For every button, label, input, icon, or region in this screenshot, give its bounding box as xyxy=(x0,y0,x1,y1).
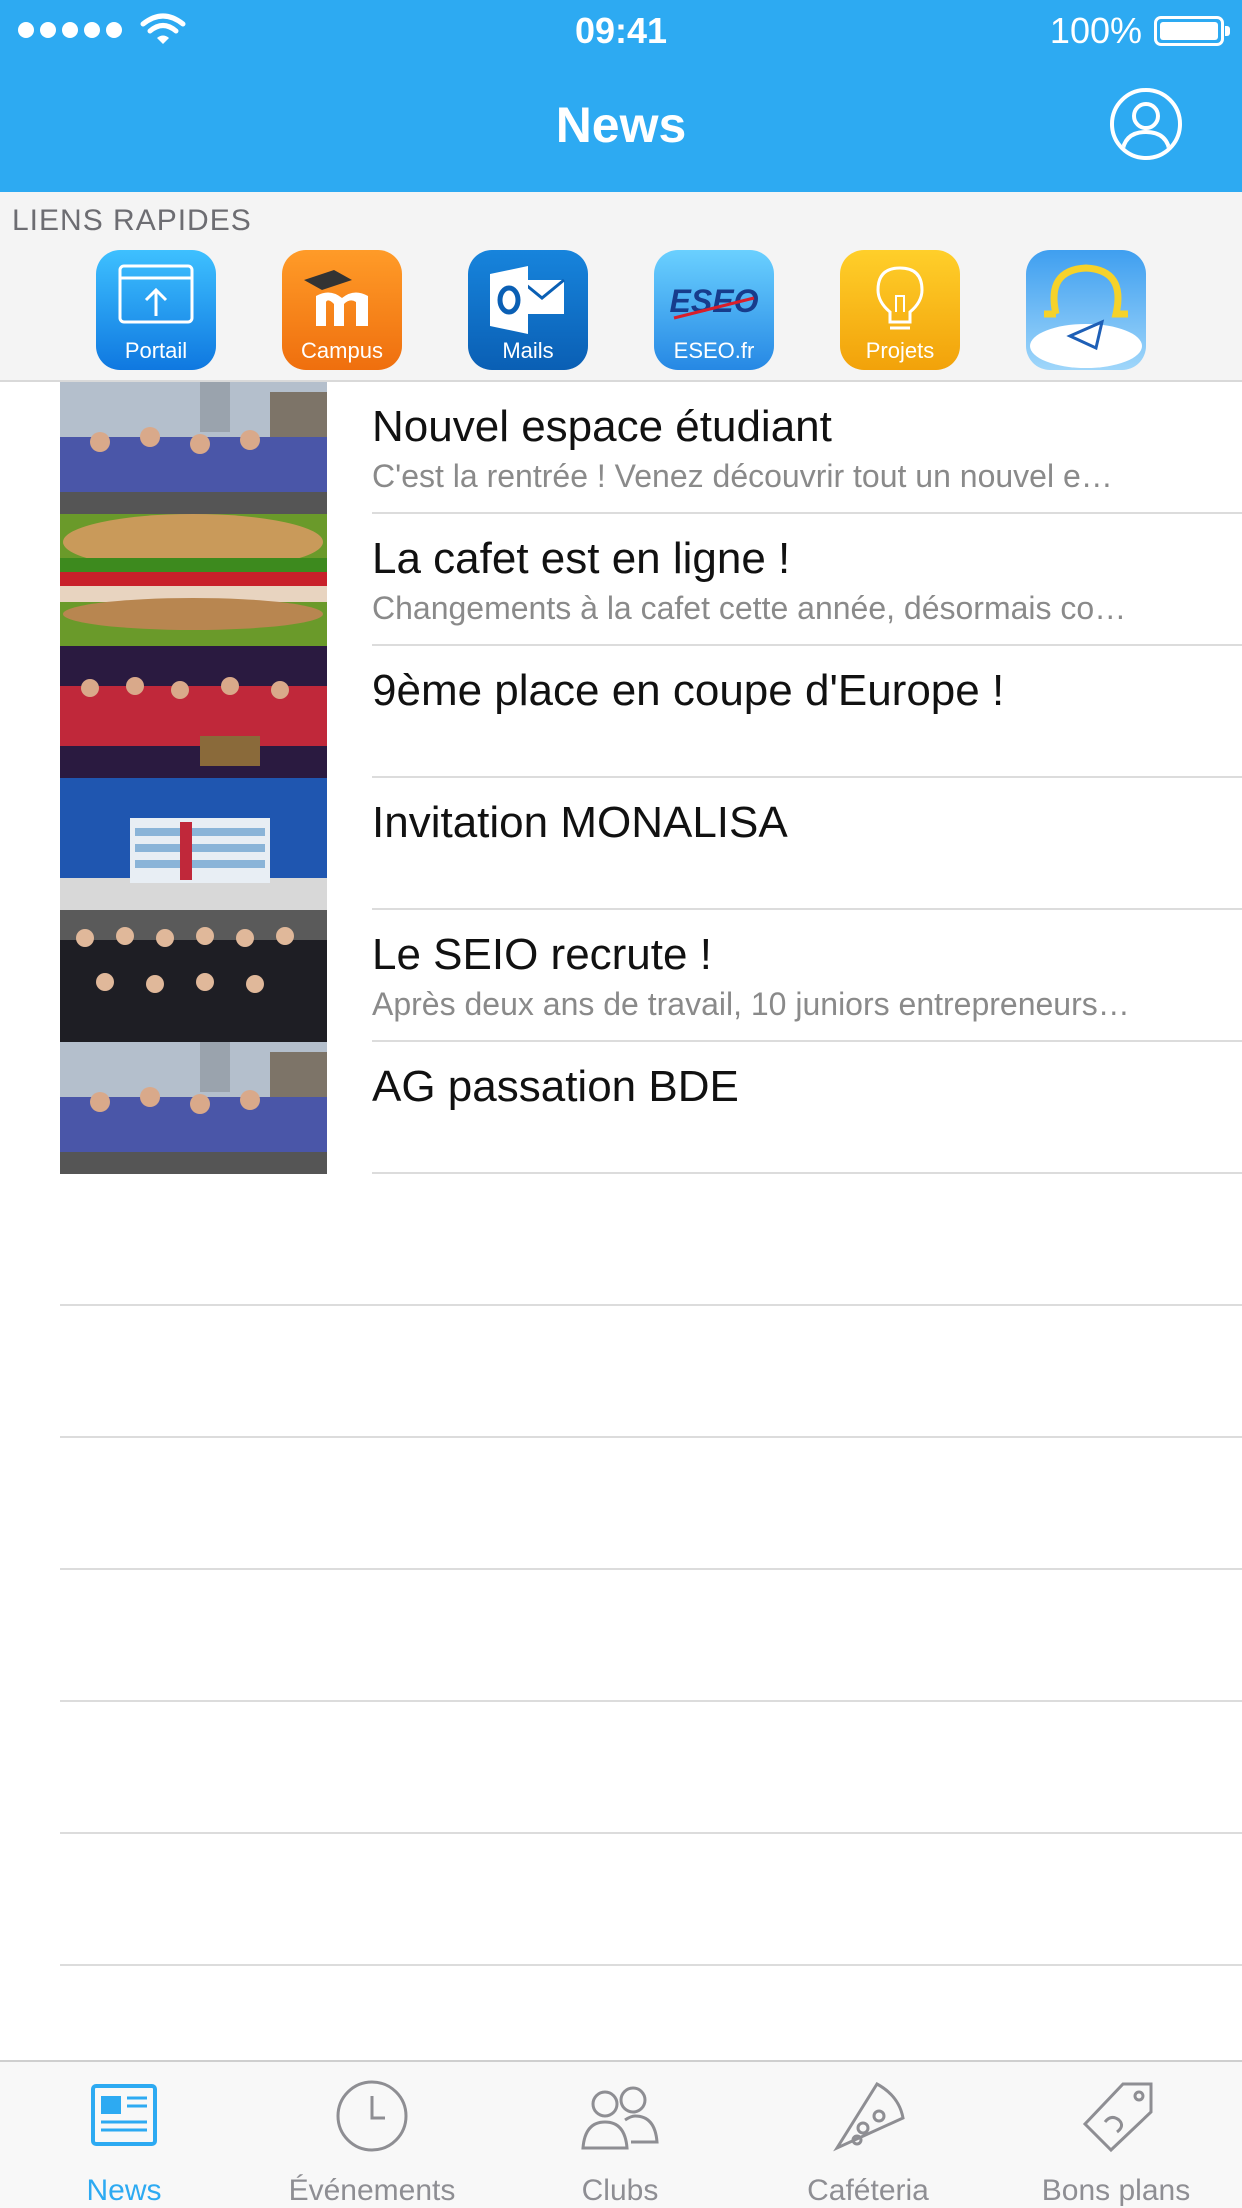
battery-icon xyxy=(1154,16,1230,46)
news-row[interactable]: La cafet est en ligne ! Changements à la… xyxy=(0,514,1242,646)
news-subtitle: Changements à la cafet cette année, déso… xyxy=(372,590,1127,626)
battery-percentage: 100% xyxy=(1049,10,1142,51)
quick-link-eseo[interactable]: ESEO ESEO.fr xyxy=(654,250,774,370)
quick-links-section: LIENS RAPIDES Portail Campus Mails ESEO … xyxy=(0,192,1242,382)
quick-link-label: Campus xyxy=(301,338,383,363)
user-icon xyxy=(1120,102,1172,155)
page-title: News xyxy=(555,97,687,153)
row-divider xyxy=(60,1568,1242,1570)
quick-link-label: Portail xyxy=(124,338,188,363)
news-subtitle: Après deux ans de travail, 10 juniors en… xyxy=(372,986,1130,1022)
news-thumbnail xyxy=(60,778,327,910)
navigation-bar: 09:41 100% News xyxy=(0,0,1242,192)
quick-link-campus[interactable]: Campus xyxy=(282,250,402,370)
news-subtitle: C'est la rentrée ! Venez découvrir tout … xyxy=(372,458,1113,494)
tab-label: Caféteria xyxy=(807,2174,929,2207)
tab-cafeteria[interactable]: Caféteria xyxy=(744,2062,992,2208)
news-row[interactable]: AG passation BDE xyxy=(0,1042,1242,1174)
quick-link-projets[interactable]: Projets xyxy=(840,250,960,370)
news-thumbnail xyxy=(60,382,327,514)
omega-logo-icon xyxy=(1030,264,1142,368)
pizza-icon xyxy=(833,2082,905,2152)
quick-link-omega[interactable] xyxy=(1026,250,1146,370)
tab-bons-plans[interactable]: Bons plans xyxy=(992,2062,1240,2208)
newspaper-icon xyxy=(91,2084,157,2146)
news-row[interactable]: Invitation MONALISA xyxy=(0,778,1242,910)
quick-links-title: LIENS RAPIDES xyxy=(12,204,252,237)
tab-news[interactable]: News xyxy=(0,2062,248,2208)
tab-evenements[interactable]: Événements xyxy=(248,2062,496,2208)
tag-icon xyxy=(1082,2082,1153,2153)
news-title: Invitation MONALISA xyxy=(372,798,788,847)
news-title: 9ème place en coupe d'Europe ! xyxy=(372,666,1005,715)
tab-label: Événements xyxy=(288,2174,456,2207)
news-thumbnail xyxy=(60,910,327,1042)
tab-label: Clubs xyxy=(581,2174,659,2207)
news-row[interactable]: Nouvel espace étudiant C'est la rentrée … xyxy=(0,382,1242,514)
tab-label: News xyxy=(86,2174,162,2207)
news-row[interactable]: 9ème place en coupe d'Europe ! xyxy=(0,646,1242,778)
quick-link-label: Mails xyxy=(502,338,554,363)
quick-link-label: ESEO.fr xyxy=(673,338,755,363)
quick-link-portail[interactable]: Portail xyxy=(96,250,216,370)
row-divider xyxy=(60,1304,1242,1306)
news-thumbnail xyxy=(60,646,327,778)
news-row[interactable]: Le SEIO recrute ! Après deux ans de trav… xyxy=(0,910,1242,1042)
news-thumbnail xyxy=(60,1042,327,1174)
row-divider xyxy=(372,1172,1242,1174)
status-bar: 09:41 100% xyxy=(0,0,1242,62)
news-title: Le SEIO recrute ! xyxy=(372,930,712,979)
row-divider xyxy=(60,1964,1242,1966)
quick-link-mails[interactable]: Mails xyxy=(468,250,588,370)
clock-icon xyxy=(336,2080,408,2152)
quick-link-label: Projets xyxy=(865,338,935,363)
news-title: Nouvel espace étudiant xyxy=(372,402,832,451)
tab-label: Bons plans xyxy=(1041,2174,1191,2207)
news-title: AG passation BDE xyxy=(372,1062,739,1111)
tab-bar: News Événements Clubs Caféteria Bons pla… xyxy=(0,2060,1242,2208)
news-title: La cafet est en ligne ! xyxy=(372,534,791,583)
news-thumbnail xyxy=(60,514,327,646)
profile-button[interactable] xyxy=(1110,88,1182,160)
tab-clubs[interactable]: Clubs xyxy=(496,2062,744,2208)
row-divider xyxy=(60,1700,1242,1702)
people-icon xyxy=(581,2086,659,2150)
row-divider xyxy=(60,1832,1242,1834)
row-divider xyxy=(60,1436,1242,1438)
